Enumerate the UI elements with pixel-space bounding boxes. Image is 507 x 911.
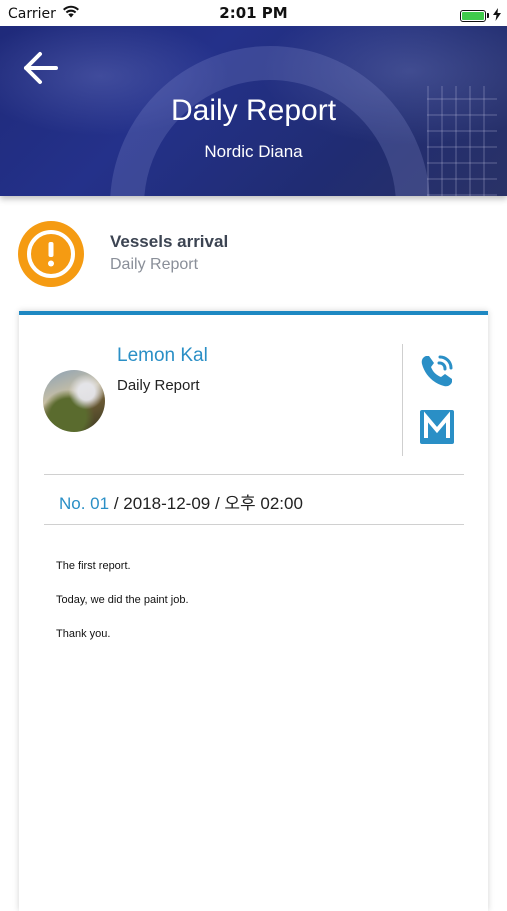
status-bar: Carrier 2:01 PM xyxy=(0,0,507,26)
author-name: Lemon Kal xyxy=(117,345,208,366)
divider xyxy=(44,524,464,525)
report-body-line: Thank you. xyxy=(56,628,111,640)
arrow-left-icon xyxy=(24,52,58,84)
category-subtitle: Daily Report xyxy=(110,256,199,273)
battery-cap xyxy=(487,13,489,18)
report-datetime: / 2018-12-09 / 오후 02:00 xyxy=(109,494,303,513)
avatar xyxy=(43,370,105,432)
phone-icon xyxy=(421,355,453,387)
category-title: Vessels arrival xyxy=(110,232,229,251)
battery-fill xyxy=(462,11,484,20)
report-category: Vessels arrival Daily Report xyxy=(0,196,507,306)
report-number: No. 01 xyxy=(59,494,110,513)
report-card: Lemon Kal Daily Report No. 01 / 2018-12-… xyxy=(19,311,488,911)
email-button[interactable] xyxy=(419,409,455,445)
contact-divider xyxy=(402,344,403,456)
divider xyxy=(44,474,464,475)
charging-bolt-icon xyxy=(493,6,501,25)
status-time: 2:01 PM xyxy=(219,4,288,22)
report-body-line: Today, we did the paint job. xyxy=(56,594,189,606)
call-button[interactable] xyxy=(417,351,457,391)
page-title: Daily Report xyxy=(170,94,337,127)
page-subtitle: Nordic Diana xyxy=(204,142,303,161)
report-meta: No. 01 / 2018-12-09 / 오후 02:00 xyxy=(59,489,303,514)
report-body-line: The first report. xyxy=(56,560,131,572)
back-button[interactable] xyxy=(22,50,62,86)
page-header: Daily Report Nordic Diana xyxy=(0,26,507,196)
battery-group xyxy=(460,6,501,25)
report-body: The first report. Today, we did the pain… xyxy=(56,559,189,661)
exclamation-circle-icon xyxy=(18,221,84,287)
author-role: Daily Report xyxy=(117,377,200,394)
mail-icon xyxy=(420,410,454,444)
battery-icon xyxy=(460,9,486,22)
